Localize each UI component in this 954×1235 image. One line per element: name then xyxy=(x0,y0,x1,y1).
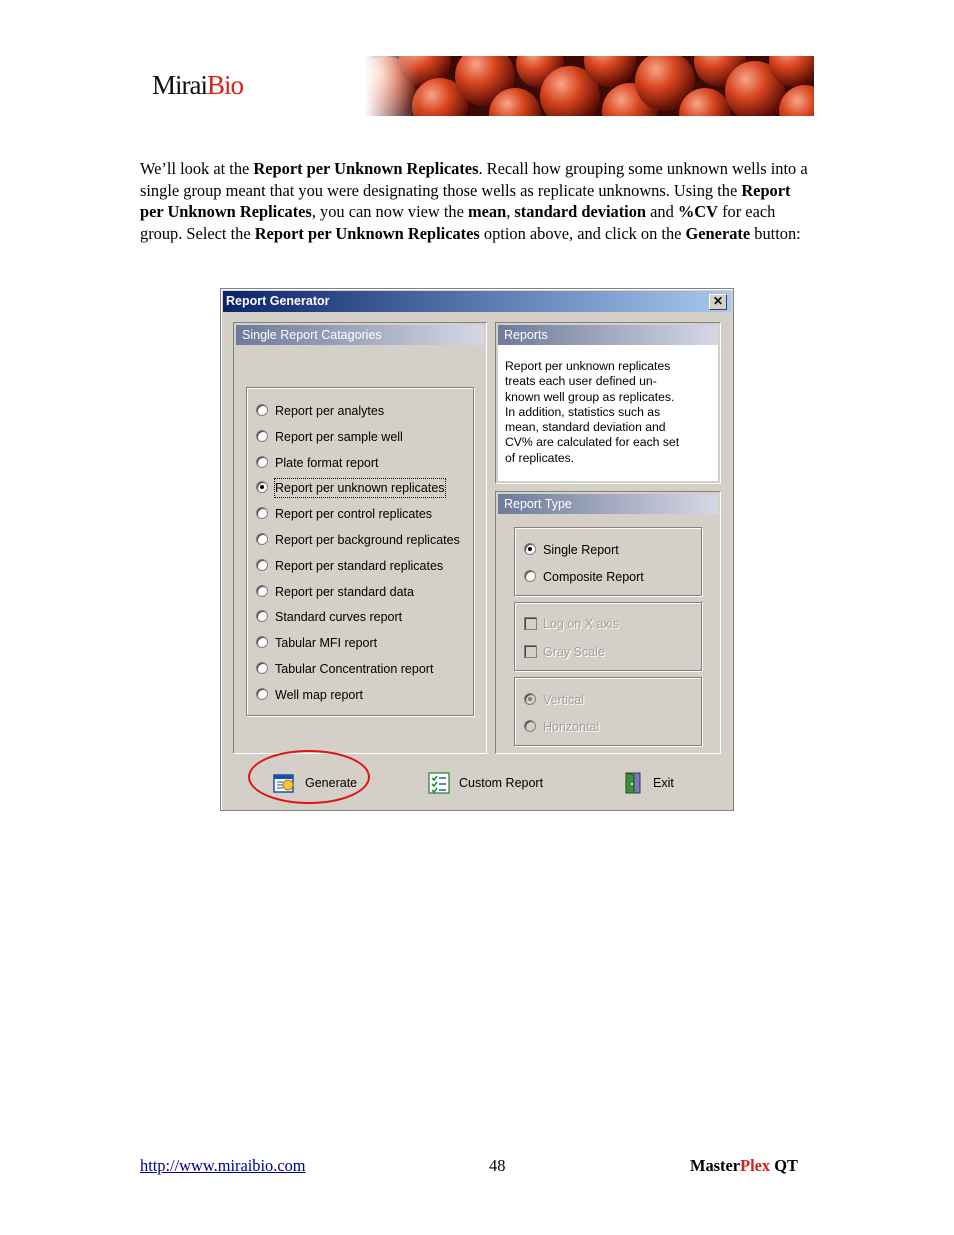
intro-text: We’ll look at the xyxy=(140,159,254,178)
category-label: Well map report xyxy=(275,687,363,702)
reports-panel: Reports Report per unknown replicates tr… xyxy=(495,322,721,484)
composite-report-label: Composite Report xyxy=(543,570,644,584)
categories-groupbox: Report per analytes Report per sample wel… xyxy=(246,387,474,716)
intro-bold: mean xyxy=(467,202,507,222)
categories-header: Single Report Catagories xyxy=(236,325,484,345)
description-line: CV% are calculated for each set xyxy=(505,435,680,450)
category-label: Standard curves report xyxy=(275,610,403,625)
radio-icon xyxy=(256,533,268,545)
intro-text: and xyxy=(646,202,678,222)
gray-scale-label: Gray Scale xyxy=(543,645,605,659)
report-type-groupbox: Single Report Composite Report xyxy=(514,527,702,596)
intro-bold: %CV xyxy=(677,202,718,222)
vertical-label: Vertical xyxy=(543,693,584,707)
report-type-header: Report Type xyxy=(498,494,718,514)
category-label: Report per control replicates xyxy=(275,507,433,522)
categories-panel: Single Report Catagories Report per anal… xyxy=(233,322,487,754)
description-line: In addition, statistics such as xyxy=(505,404,661,419)
category-label: Plate format report xyxy=(275,455,379,470)
footer-url-container: http://www.miraibio.com xyxy=(140,1156,306,1176)
radio-icon xyxy=(524,720,536,732)
description-line: mean, standard deviation and xyxy=(505,420,666,435)
exit-label: Exit xyxy=(653,776,674,790)
miraibio-logo: MiraiBio xyxy=(152,70,244,101)
category-label: Report per sample well xyxy=(275,429,403,444)
description-line: treats each user defined un- xyxy=(505,374,657,389)
intro-paragraph: We’ll look at the Report per Unknown Rep… xyxy=(140,158,815,244)
radio-icon xyxy=(256,636,268,649)
category-label: Report per analytes xyxy=(275,404,385,418)
category-label: Report per standard replicates xyxy=(275,558,444,573)
radio-icon xyxy=(256,481,268,494)
intro-bold: Report per Unknown Replicates xyxy=(253,159,479,178)
intro-text: button: xyxy=(750,223,801,243)
intro-bold: standard deviation xyxy=(514,202,647,222)
category-label: Report per standard data xyxy=(275,584,414,599)
radio-icon xyxy=(256,558,268,571)
reports-header: Reports xyxy=(498,325,718,345)
category-label: Tabular MFI report xyxy=(275,636,378,651)
close-icon[interactable]: ✕ xyxy=(709,294,727,310)
custom-report-icon xyxy=(428,772,450,794)
radio-icon xyxy=(524,570,536,582)
intro-bold: Generate xyxy=(685,223,751,243)
description-line: Report per unknown replicates xyxy=(505,359,671,373)
radio-icon xyxy=(256,610,268,623)
page-number: 48 xyxy=(489,1156,506,1175)
chart-options-groupbox: Log on X axis Gray Scale xyxy=(514,602,702,671)
radio-icon xyxy=(256,404,268,416)
footer-url-link[interactable]: http://www.miraibio.com xyxy=(140,1156,306,1175)
category-label: Report per background replicates xyxy=(275,533,460,547)
log-x-axis-label: Log on X axis xyxy=(543,617,619,631)
reports-description: Report per unknown replicates treats eac… xyxy=(505,359,705,466)
intro-bold: Report per Unknown Replicates xyxy=(254,223,480,243)
category-label: Tabular Concentration report xyxy=(275,662,434,676)
radio-icon xyxy=(256,584,268,597)
horizontal-label: Horizontal xyxy=(543,720,600,734)
spheres-banner-image xyxy=(365,56,814,116)
brand-qt: QT xyxy=(770,1156,798,1175)
dialog-title: Report Generator xyxy=(226,294,330,308)
product-name: MasterPlex QT xyxy=(690,1156,798,1176)
dialog-titlebar: Report Generator ✕ xyxy=(223,291,731,312)
brand-master: Master xyxy=(690,1156,741,1175)
intro-text: , you can now view the xyxy=(311,202,468,222)
radio-icon xyxy=(256,662,268,674)
radio-icon xyxy=(256,687,268,700)
single-report-label: Single Report xyxy=(543,543,619,557)
description-line: known well group as replicates. xyxy=(505,389,675,404)
logo-accent: Bio xyxy=(207,70,244,100)
checkbox-icon xyxy=(524,645,537,658)
header-banner: MiraiBio xyxy=(140,56,814,116)
exit-door-icon xyxy=(625,772,641,794)
highlight-circle xyxy=(248,750,370,804)
checkbox-icon xyxy=(524,617,537,630)
report-type-panel: Report Type Single Report Composite Repo… xyxy=(495,491,721,754)
brand-plex: Plex xyxy=(740,1156,771,1175)
radio-icon xyxy=(256,429,268,442)
category-label: Report per unknown replicates xyxy=(274,478,446,499)
custom-report-label: Custom Report xyxy=(459,776,544,790)
radio-icon xyxy=(524,543,536,555)
report-generator-dialog: Report Generator ✕ Single Report Catagor… xyxy=(220,288,734,811)
intro-text: option above, and click on the xyxy=(479,223,686,243)
radio-icon xyxy=(256,507,268,520)
description-line: of replicates. xyxy=(505,450,575,465)
radio-icon xyxy=(256,455,268,468)
radio-icon xyxy=(524,693,536,705)
logo-main: Mirai xyxy=(152,70,208,100)
orientation-groupbox: Vertical Horizontal xyxy=(514,677,702,746)
